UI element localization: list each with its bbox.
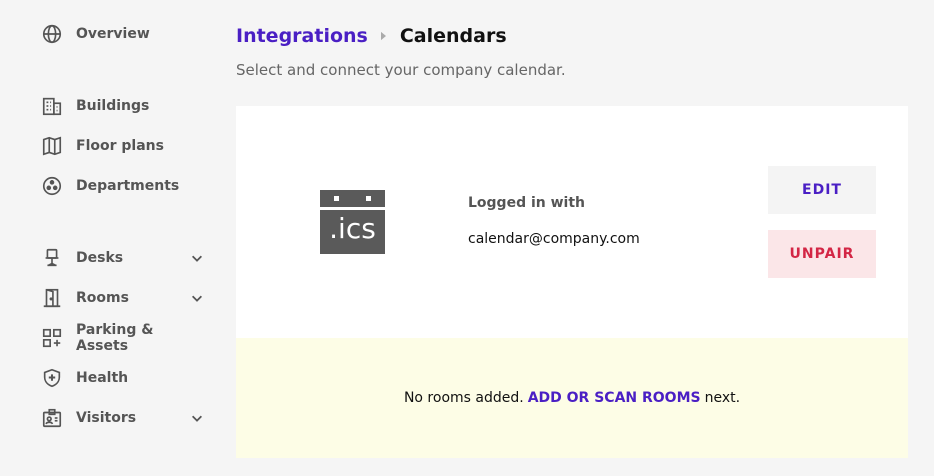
logged-in-label: Logged in with: [468, 195, 586, 211]
sidebar-item-floor-plans[interactable]: Floor plans: [40, 134, 210, 158]
desk-chair-icon: [40, 246, 64, 270]
ics-logo-text: .ics: [329, 212, 376, 245]
sidebar-item-label: Parking & Assets: [76, 322, 154, 354]
sidebar-item-label: Rooms: [76, 290, 129, 306]
sidebar-item-rooms[interactable]: Rooms: [40, 286, 210, 310]
page-title: Calendars: [399, 25, 507, 47]
sidebar-item-label: Desks: [76, 250, 124, 266]
map-icon: [40, 134, 64, 158]
breadcrumb-integrations-link[interactable]: Integrations: [236, 25, 368, 47]
sidebar-item-label: Floor plans: [76, 138, 164, 154]
building-icon: [40, 94, 64, 118]
ics-calendar-icon: .ics: [320, 190, 385, 254]
sidebar: Overview Buildings Floor plans Departmen…: [0, 0, 220, 476]
breadcrumb: Integrations Calendars: [236, 23, 507, 49]
departments-icon: [40, 174, 64, 198]
sidebar-item-parking-assets[interactable]: Parking & Assets: [40, 322, 210, 354]
chevron-down-icon[interactable]: [188, 409, 206, 427]
sidebar-item-health[interactable]: Health: [40, 366, 210, 390]
unpair-button[interactable]: UNPAIR: [768, 230, 876, 278]
chevron-down-icon[interactable]: [188, 289, 206, 307]
sidebar-item-overview[interactable]: Overview: [40, 22, 210, 46]
edit-button[interactable]: EDIT: [768, 166, 876, 214]
sidebar-item-label: Departments: [76, 178, 180, 194]
no-rooms-notice: No rooms added. ADD OR SCAN ROOMS next.: [236, 338, 908, 458]
sidebar-item-label: Visitors: [76, 410, 137, 426]
sidebar-item-label: Overview: [76, 26, 150, 42]
sidebar-item-desks[interactable]: Desks: [40, 246, 210, 270]
notice-suffix: next.: [704, 390, 741, 406]
calendar-card: .ics Logged in with calendar@company.com…: [236, 106, 908, 338]
notice-prefix: No rooms added.: [403, 390, 524, 406]
grid-plus-icon: [40, 326, 64, 350]
sidebar-item-departments[interactable]: Departments: [40, 174, 210, 198]
connected-email: calendar@company.com: [468, 231, 640, 247]
sidebar-item-visitors[interactable]: Visitors: [40, 406, 210, 430]
sidebar-item-label: Buildings: [76, 98, 150, 114]
door-icon: [40, 286, 64, 310]
page-subtitle: Select and connect your company calendar…: [236, 61, 566, 79]
chevron-down-icon[interactable]: [188, 249, 206, 267]
badge-icon: [40, 406, 64, 430]
shield-plus-icon: [40, 366, 64, 390]
chevron-right-icon: [380, 30, 388, 42]
globe-icon: [40, 22, 64, 46]
add-or-scan-rooms-link[interactable]: ADD OR SCAN ROOMS: [528, 390, 701, 406]
sidebar-item-label: Health: [76, 370, 129, 386]
sidebar-item-buildings[interactable]: Buildings: [40, 94, 210, 118]
